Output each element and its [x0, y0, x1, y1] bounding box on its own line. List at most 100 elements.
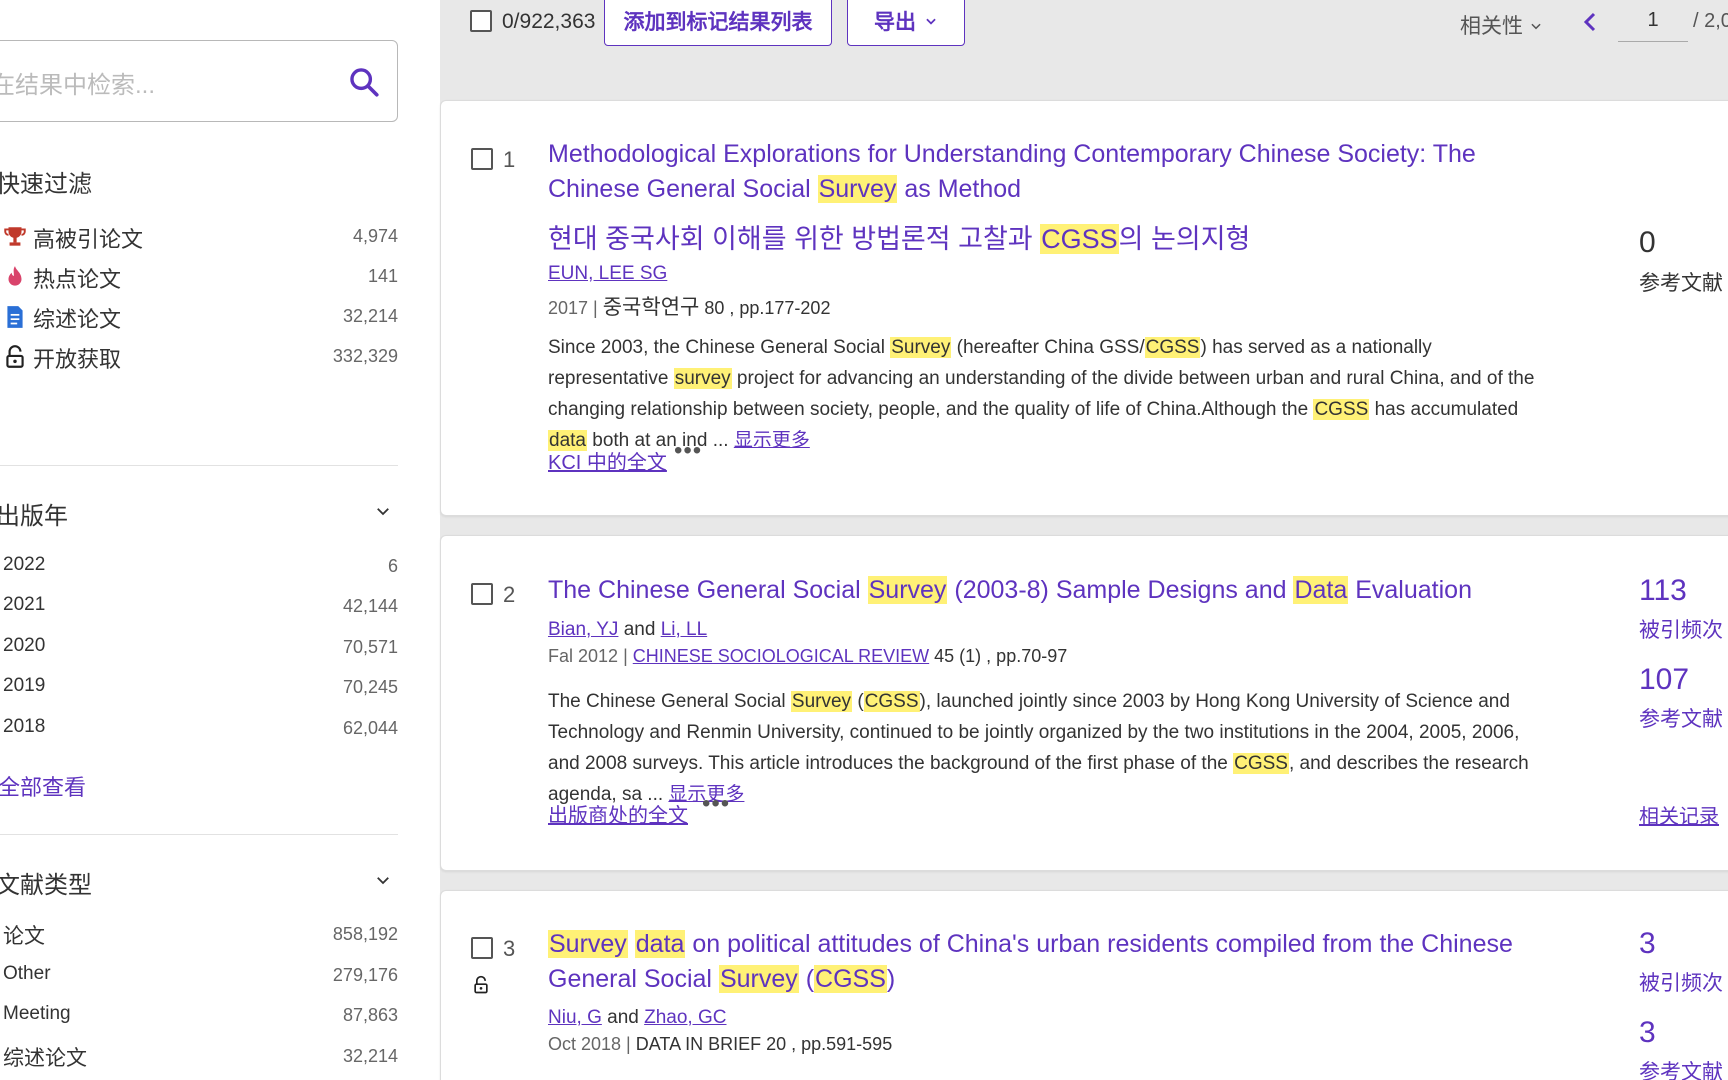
filter-count: 279,176 [332, 965, 398, 985]
author-link[interactable]: Niu, G [548, 1007, 602, 1028]
author-join: and [607, 1007, 639, 1028]
text-segment: 의 논의지형 [1118, 224, 1251, 254]
quick-filter-open-access[interactable]: 开放获取 332,329 [0, 340, 398, 376]
quick-filter-count: 32,214 [342, 306, 398, 326]
search-term-highlight: CGSS [1144, 337, 1201, 358]
text-segment: The Chinese General Social [548, 691, 791, 712]
search-term-highlight: survey [673, 368, 732, 389]
result-source[interactable]: CHINESE SOCIOLOGICAL REVIEW [633, 646, 929, 666]
doc-type-filter-meeting[interactable]: Meeting 87,863 [0, 999, 398, 1035]
result-source-detail: 45 (1) , pp.70-97 [929, 646, 1068, 666]
search-term-highlight: Survey [790, 691, 853, 712]
text-segment [628, 930, 635, 958]
more-options-icon[interactable]: ••• [702, 790, 730, 818]
filter-count: 62,044 [342, 718, 398, 738]
fulltext-link[interactable]: 出版商处的全文 [548, 799, 688, 828]
result-checkbox[interactable] [471, 937, 493, 959]
add-to-marked-list-label: 添加到标记结果列表 [623, 11, 813, 34]
pub-year-filter-2020[interactable]: 2020 70,571 [0, 631, 398, 667]
divider [0, 465, 398, 466]
selected-count: 0/922,363 [502, 10, 596, 33]
pub-year-filter-2019[interactable]: 2019 70,245 [0, 671, 398, 707]
pub-year-filter-2022[interactable]: 2022 6 [0, 550, 398, 586]
author-link[interactable]: Bian, YJ [548, 619, 618, 640]
search-term-highlight: Survey [817, 175, 898, 203]
result-card: 3 Survey data on political attitudes of … [440, 890, 1728, 1080]
search-term-highlight: CGSS [814, 965, 887, 993]
filter-label: 2021 [3, 594, 46, 615]
metric-value[interactable]: 113 [1639, 574, 1687, 608]
result-year: 2017 [548, 298, 589, 318]
pub-year-filter-2021[interactable]: 2021 42,144 [0, 590, 398, 626]
quick-filter-hot-papers[interactable]: 热点论文 141 [0, 260, 398, 296]
filter-count: 87,863 [342, 1005, 398, 1025]
text-segment: (hereafter China GSS/ [951, 337, 1145, 358]
filter-count: 70,245 [342, 677, 398, 697]
result-abstract: The Chinese General Social Survey (CGSS)… [548, 686, 1548, 810]
fulltext-link[interactable]: KCI 中的全文 [548, 446, 667, 475]
result-title[interactable]: Methodological Explorations for Understa… [548, 137, 1548, 207]
author-link[interactable]: EUN, LEE SG [548, 263, 667, 284]
sort-dropdown[interactable]: 相关性 [1460, 10, 1543, 40]
prev-page-icon[interactable] [1583, 12, 1597, 32]
quick-filter-highly-cited[interactable]: 高被引论文 4,974 [0, 220, 398, 256]
result-source-line: Fal 2012 | CHINESE SOCIOLOGICAL REVIEW 4… [548, 646, 1068, 666]
related-records-link[interactable]: 相关记录 [1639, 800, 1719, 829]
doc-type-filter-review[interactable]: 综述论文 32,214 [0, 1040, 398, 1076]
author-link[interactable]: Zhao, GC [644, 1007, 726, 1028]
search-term-highlight: CGSS [1233, 753, 1289, 774]
divider [0, 834, 398, 835]
filter-label: Other [3, 963, 51, 984]
pub-year-view-all-link[interactable]: 全部查看 [0, 770, 86, 802]
export-button[interactable]: 导出 [847, 0, 965, 46]
search-icon[interactable] [347, 65, 381, 99]
doc-type-filter-other[interactable]: Other 279,176 [0, 959, 398, 995]
lock-icon [6, 345, 24, 368]
open-access-lock-icon [474, 975, 488, 994]
search-term-highlight: data [634, 930, 686, 958]
metric-value[interactable]: 3 [1639, 1016, 1656, 1050]
metric-label[interactable]: 参考文献 [1639, 1056, 1723, 1080]
filter-label: 2018 [3, 716, 46, 737]
results-panel: 0/922,363 添加到标记结果列表 导出 相关性 / 2,0 1 Metho… [440, 0, 1728, 1080]
page-number-input[interactable] [1618, 0, 1688, 42]
doc-type-heading[interactable]: 文献类型 [0, 865, 92, 900]
show-more-link[interactable]: 显示更多 [734, 430, 810, 451]
search-term-highlight: CGSS [1313, 399, 1370, 420]
export-label: 导出 [874, 11, 916, 34]
doc-type-filter-article[interactable]: 论文 858,192 [0, 918, 398, 954]
text-segment: 현대 중국사회 이해를 위한 방법론적 고찰과 [548, 224, 1041, 254]
result-title-korean[interactable]: 현대 중국사회 이해를 위한 방법론적 고찰과 CGSS의 논의지형 [548, 217, 1250, 256]
select-all-checkbox[interactable] [470, 10, 492, 32]
quick-filter-label: 开放获取 [33, 347, 122, 372]
quick-filter-review[interactable]: 综述论文 32,214 [0, 300, 398, 336]
chevron-down-icon[interactable] [374, 502, 392, 520]
pub-year-heading[interactable]: 出版年 [0, 496, 68, 531]
author-link[interactable]: Li, LL [661, 619, 707, 640]
result-checkbox[interactable] [471, 583, 493, 605]
quick-filter-count: 4,974 [352, 226, 398, 246]
metric-label[interactable]: 参考文献 [1639, 703, 1723, 733]
result-index: 1 [503, 147, 516, 172]
result-card: 1 Methodological Explorations for Unders… [440, 100, 1728, 516]
chevron-down-icon[interactable] [374, 871, 392, 889]
quick-filter-count: 141 [367, 266, 398, 286]
result-card: 2 The Chinese General Social Survey (200… [440, 535, 1728, 871]
metric-label[interactable]: 被引频次 [1639, 967, 1723, 997]
filter-count: 858,192 [332, 924, 398, 944]
document-icon [7, 306, 23, 328]
page-total: / 2,0 [1693, 10, 1728, 32]
more-options-icon[interactable]: ••• [674, 437, 702, 465]
trophy-icon [4, 227, 26, 246]
result-checkbox[interactable] [471, 148, 493, 170]
result-title[interactable]: Survey data on political attitudes of Ch… [548, 927, 1588, 997]
metric-value[interactable]: 107 [1639, 663, 1689, 697]
result-title[interactable]: The Chinese General Social Survey (2003-… [548, 573, 1608, 608]
add-to-marked-list-button[interactable]: 添加到标记结果列表 [604, 0, 832, 46]
pub-year-filter-2018[interactable]: 2018 62,044 [0, 712, 398, 748]
refine-search-input[interactable]: 在结果中检索... [0, 40, 398, 122]
search-term-highlight: Survey [548, 930, 628, 958]
metric-label[interactable]: 被引频次 [1639, 614, 1723, 644]
text-segment: ( [852, 691, 864, 712]
metric-value[interactable]: 3 [1639, 927, 1656, 961]
